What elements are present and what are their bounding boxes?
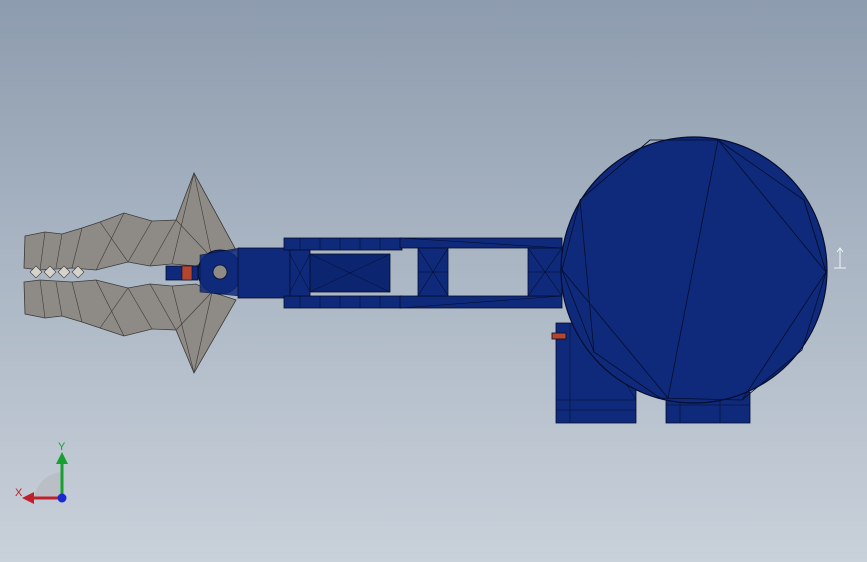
x-axis-label: X bbox=[15, 487, 23, 499]
triad-graphic bbox=[22, 452, 68, 504]
shoulder-sphere[interactable] bbox=[560, 136, 828, 404]
y-axis-label: Y bbox=[58, 441, 66, 453]
upper-arm-truss[interactable] bbox=[399, 237, 563, 309]
robot-arm-model[interactable] bbox=[0, 0, 867, 562]
triad-plane-shading bbox=[34, 472, 62, 498]
z-axis-dot bbox=[57, 493, 67, 503]
forearm-link[interactable] bbox=[237, 237, 403, 309]
cad-graphics-viewport[interactable]: Y X bbox=[0, 0, 867, 562]
axis-triad-icon: Y X bbox=[10, 440, 80, 510]
view-orientation-marker-icon bbox=[834, 247, 846, 269]
